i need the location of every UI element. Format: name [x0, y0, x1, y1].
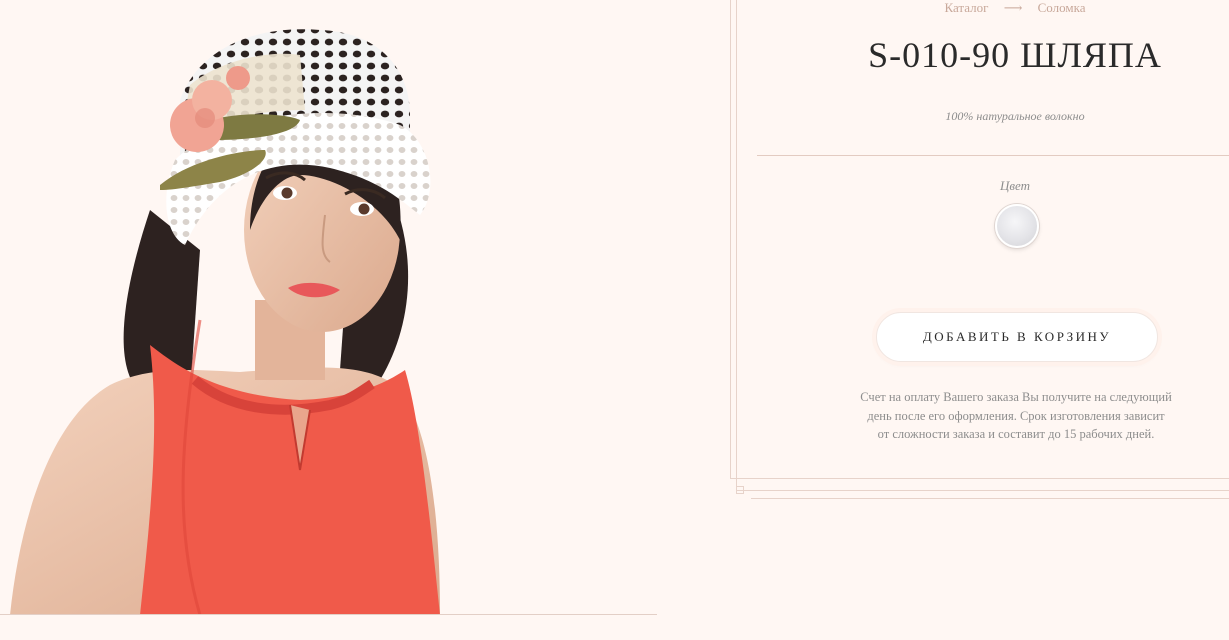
order-note-line: день после его оформления. Срок изготовл… [867, 408, 1165, 423]
color-swatch-white[interactable] [995, 204, 1039, 248]
order-note: Счет на оплату Вашего заказа Вы получите… [840, 388, 1192, 444]
breadcrumb-arrow-icon: ⟶ [1003, 0, 1023, 15]
color-label: Цвет [999, 178, 1031, 193]
order-note-line: от сложности заказа и составит до 15 раб… [877, 427, 1155, 441]
breadcrumb-category-link[interactable]: Соломка [1038, 0, 1086, 15]
frame-line-bottom [751, 498, 1229, 499]
section-divider [757, 155, 1229, 156]
product-title: S-010-90 ШЛЯПА [868, 35, 1162, 75]
product-material: 100% натуральное волокно [945, 109, 1085, 123]
order-note-line: Счет на оплату Вашего заказа Вы получите… [860, 390, 1172, 404]
product-photo [0, 0, 657, 615]
frame-corner-square [736, 486, 744, 494]
photo-bottom-line [0, 614, 657, 615]
breadcrumb-catalog-link[interactable]: Каталог [945, 0, 989, 15]
add-to-cart-button[interactable]: ДОБАВИТЬ В КОРЗИНУ [876, 312, 1158, 362]
breadcrumb: Каталог ⟶ Соломка [760, 0, 1229, 16]
